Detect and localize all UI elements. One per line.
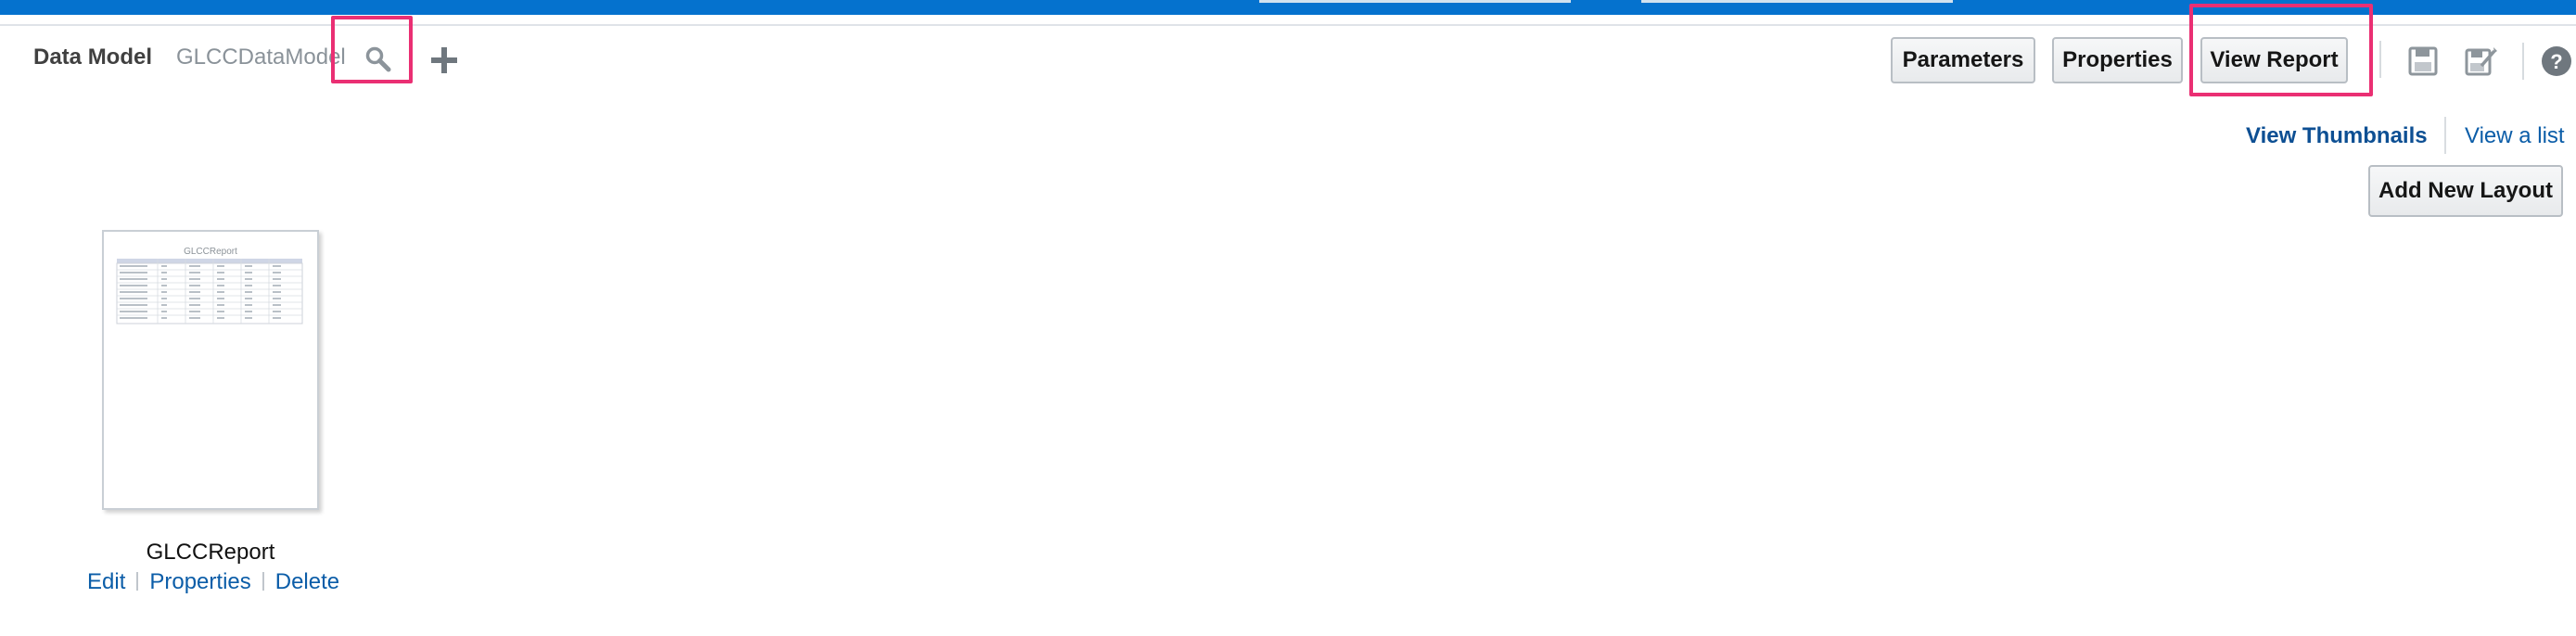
help-divider <box>2522 43 2524 80</box>
thumbnail-title: GLCCReport <box>184 247 237 257</box>
layout-name: GLCCReport <box>146 540 275 565</box>
view-switch-divider <box>2444 117 2446 154</box>
delete-link[interactable]: Delete <box>275 569 339 594</box>
save-icon[interactable] <box>2405 44 2441 79</box>
add-new-layout-button[interactable]: Add New Layout <box>2368 165 2563 217</box>
properties-button[interactable]: Properties <box>2052 37 2183 83</box>
data-model-label: Data Model <box>33 45 153 70</box>
edit-link[interactable]: Edit <box>87 569 125 594</box>
top-tab-right <box>1641 0 1953 3</box>
layout-properties-link[interactable]: Properties <box>149 569 250 594</box>
action-divider <box>136 571 139 591</box>
save-as-icon[interactable] <box>2463 44 2498 79</box>
search-icon[interactable] <box>363 45 393 74</box>
thumbnail-preview: GLCCReport <box>116 247 303 324</box>
thumbnail-table <box>116 259 303 324</box>
layout-thumbnail[interactable]: GLCCReport <box>102 230 319 510</box>
parameters-button[interactable]: Parameters <box>1891 37 2035 83</box>
view-report-button[interactable]: View Report <box>2200 37 2348 83</box>
action-divider <box>261 571 264 591</box>
data-model-name: GLCCDataModel <box>176 45 346 70</box>
help-icon[interactable]: ? <box>2541 45 2576 81</box>
toolbar-divider <box>2379 41 2381 78</box>
view-list-link[interactable]: View a list <box>2465 123 2565 149</box>
view-thumbnails-link[interactable]: View Thumbnails <box>2246 123 2428 149</box>
top-tab-left <box>1259 0 1571 3</box>
plus-icon[interactable] <box>429 45 459 75</box>
svg-text:?: ? <box>2550 50 2562 73</box>
layout-actions: Edit Properties Delete <box>87 569 339 595</box>
